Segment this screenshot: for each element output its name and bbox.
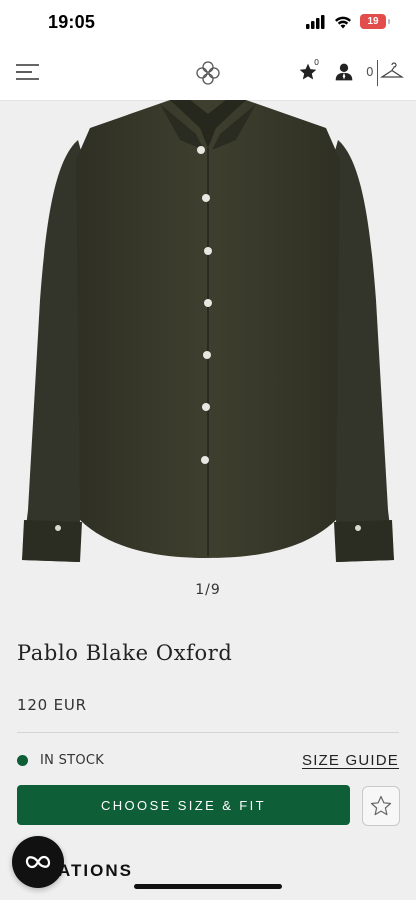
stock-status-text: IN STOCK (40, 753, 105, 768)
brand-logo-icon[interactable] (195, 60, 221, 86)
stock-indicator-dot (17, 755, 28, 766)
image-pager: 1/9 (195, 582, 221, 598)
cart-button[interactable] (379, 60, 405, 84)
star-outline-icon (370, 795, 392, 816)
divider (17, 732, 399, 733)
menu-button[interactable] (16, 60, 40, 84)
hanger-icon (379, 62, 405, 78)
status-bar: 19:05 19 (0, 0, 416, 46)
choose-size-button[interactable]: CHOOSE SIZE & FIT (17, 785, 350, 825)
signal-icon (306, 14, 325, 29)
cart-divider (377, 60, 378, 86)
menu-icon (16, 64, 39, 80)
battery-level: 19 (367, 16, 379, 27)
status-icons: 19 (306, 14, 390, 29)
battery-icon: 19 (360, 14, 390, 29)
chat-loop-icon (25, 855, 51, 869)
home-indicator[interactable] (134, 884, 282, 889)
status-time: 19:05 (48, 12, 96, 32)
cart-count: 0 (366, 65, 374, 79)
site-header: 0 0 (0, 46, 416, 101)
wifi-icon (335, 16, 351, 28)
product-title: Pablo Blake Oxford (17, 641, 233, 665)
size-guide-link[interactable]: SIZE GUIDE (302, 752, 399, 769)
add-to-wishlist-button[interactable] (362, 786, 400, 826)
product-image[interactable] (0, 100, 416, 570)
stock-status: IN STOCK (17, 753, 104, 768)
product-page: 19:05 19 0 0 1/9 Pablo Blake Oxford 120 … (0, 0, 416, 900)
chat-button[interactable] (12, 836, 64, 888)
product-price: 120 EUR (17, 696, 87, 714)
account-button[interactable] (334, 62, 356, 84)
section-heading: ATIONS (58, 861, 133, 880)
account-icon (335, 63, 353, 81)
favorites-count: 0 (314, 58, 320, 67)
